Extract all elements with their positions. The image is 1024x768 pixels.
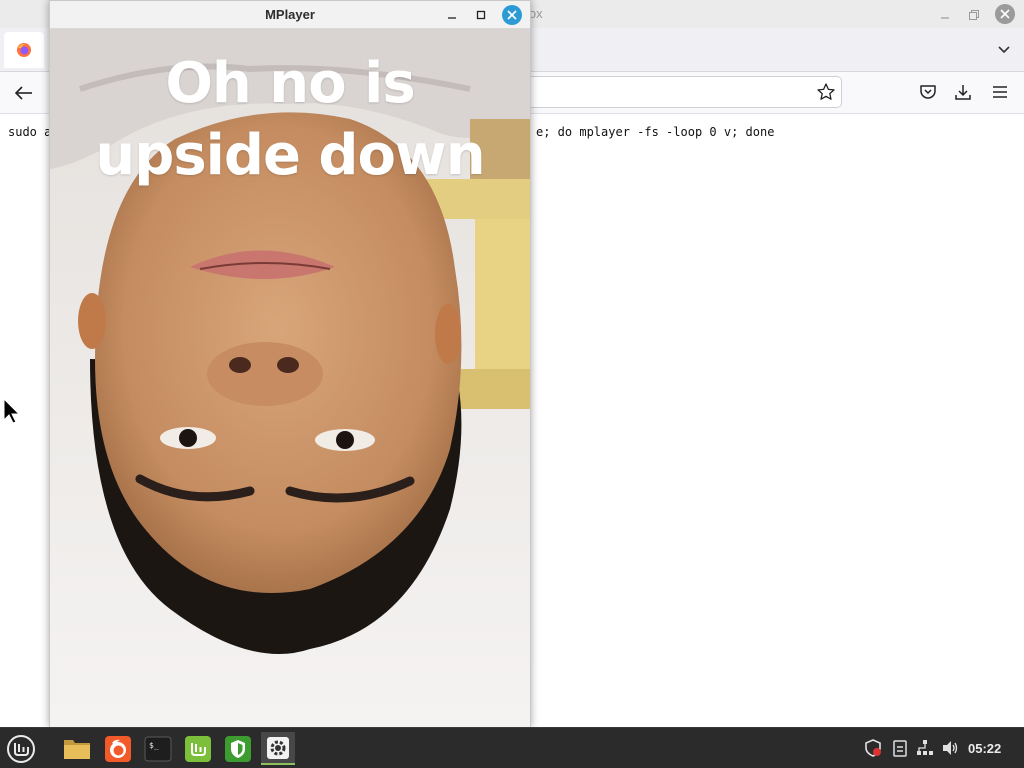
maximize-icon bbox=[476, 10, 486, 20]
taskbar-mint-update[interactable] bbox=[181, 732, 215, 765]
firefox-minimize-button[interactable] bbox=[936, 6, 954, 24]
url-bar[interactable] bbox=[528, 76, 842, 108]
list-all-tabs-icon[interactable] bbox=[994, 40, 1014, 60]
taskbar-shield[interactable] bbox=[221, 732, 255, 765]
firefox-tab[interactable] bbox=[4, 32, 44, 68]
taskbar-firefox[interactable] bbox=[101, 732, 135, 765]
taskbar-menu-button[interactable] bbox=[4, 732, 38, 765]
volume-tray-icon[interactable] bbox=[941, 739, 959, 757]
shield-tray-icon[interactable] bbox=[864, 739, 882, 757]
mplayer-maximize-button[interactable] bbox=[472, 6, 490, 24]
firefox-icon bbox=[105, 735, 131, 762]
close-icon bbox=[1000, 9, 1010, 19]
close-icon bbox=[507, 10, 517, 20]
firefox-restore-button[interactable] bbox=[965, 6, 983, 24]
firefox-close-button[interactable] bbox=[995, 4, 1015, 24]
minimize-icon bbox=[448, 17, 456, 19]
clipboard-tray-icon[interactable] bbox=[891, 739, 909, 757]
downloads-icon[interactable] bbox=[953, 82, 973, 102]
video-frame[interactable]: Oh no is upside down bbox=[50, 29, 530, 727]
clock[interactable]: 05:22 bbox=[968, 741, 1001, 756]
back-arrow-icon[interactable] bbox=[12, 82, 36, 104]
linux-mint-menu-icon bbox=[7, 734, 35, 763]
taskbar-mplayer[interactable] bbox=[261, 732, 295, 765]
folder-icon bbox=[64, 739, 90, 759]
mint-update-icon bbox=[185, 735, 211, 762]
minimize-icon bbox=[941, 17, 949, 19]
taskbar: $_ 05:22 bbox=[0, 727, 1024, 768]
taskbar-terminal[interactable]: $_ bbox=[141, 732, 175, 765]
mplayer-titlebar[interactable]: MPlayer bbox=[50, 1, 530, 29]
pocket-icon[interactable] bbox=[918, 82, 938, 102]
network-tray-icon[interactable] bbox=[916, 739, 934, 757]
video-caption-line-1: Oh no is bbox=[165, 51, 415, 116]
hamburger-menu-icon[interactable] bbox=[990, 82, 1010, 102]
terminal-icon: $_ bbox=[144, 736, 172, 761]
mplayer-window: MPlayer Oh no is upside down bbox=[49, 0, 531, 727]
firefox-favicon-icon bbox=[17, 43, 31, 57]
mplayer-minimize-button[interactable] bbox=[443, 6, 461, 24]
video-caption-line-2: upside down bbox=[95, 123, 485, 188]
svg-text:$_: $_ bbox=[149, 741, 159, 750]
mouse-cursor-icon bbox=[3, 398, 21, 424]
gear-icon bbox=[267, 736, 289, 759]
page-text-right: e; do mplayer -fs -loop 0 v; done bbox=[536, 125, 775, 139]
shield-icon bbox=[225, 735, 251, 762]
taskbar-files[interactable] bbox=[60, 732, 94, 765]
restore-icon bbox=[969, 10, 979, 20]
page-text-left: sudo a bbox=[8, 125, 52, 139]
mplayer-close-button[interactable] bbox=[502, 5, 522, 25]
bookmark-star-icon[interactable] bbox=[816, 82, 836, 102]
